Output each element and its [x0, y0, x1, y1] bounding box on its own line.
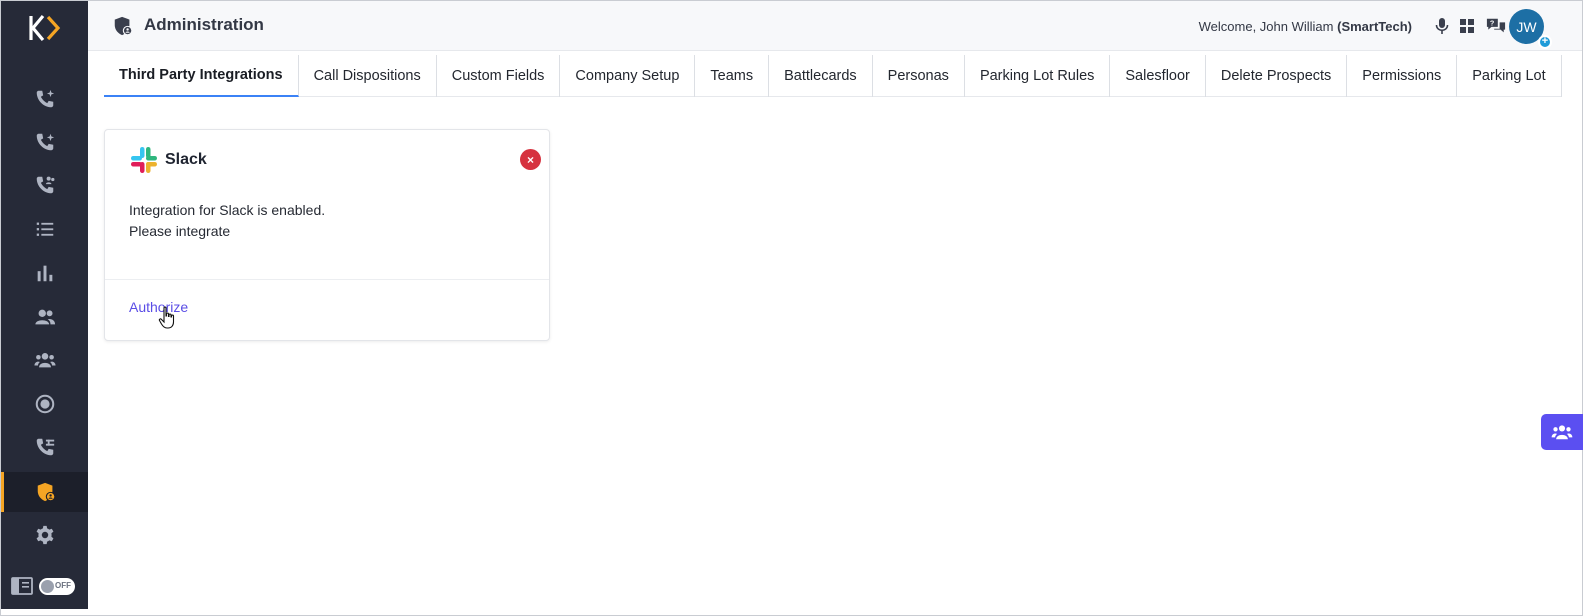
toggle-knob: [41, 579, 54, 593]
apps-grid-icon: [1460, 19, 1474, 33]
tab-parking-lot-rules[interactable]: Parking Lot Rules: [965, 55, 1111, 97]
avatar-initials: JW: [1516, 18, 1537, 35]
sidebar-item-administration[interactable]: [1, 472, 88, 512]
team-chat-icon: [1551, 425, 1573, 440]
sidebar: OFF: [1, 1, 88, 609]
toggle-label: OFF: [55, 580, 71, 590]
sidebar-item-settings[interactable]: [1, 515, 88, 555]
hand-cursor-icon: [158, 306, 175, 329]
tab-personas[interactable]: Personas: [873, 55, 965, 97]
call-routing-icon: [36, 438, 54, 456]
admin-tabs: Third Party Integrations Call Dispositio…: [104, 55, 1562, 97]
kixie-logo-icon[interactable]: [28, 13, 64, 43]
panel-layout-icon[interactable]: [11, 577, 33, 595]
sidebar-item-lists[interactable]: [1, 209, 88, 249]
contacts-icon: [34, 309, 55, 325]
apps-grid-button[interactable]: [1457, 16, 1477, 36]
disable-integration-button[interactable]: ×: [520, 149, 541, 170]
integration-title: Slack: [165, 151, 207, 168]
sidebar-item-teams[interactable]: [1, 340, 88, 380]
admin-shield-icon: [37, 482, 56, 502]
help-chat-button[interactable]: ?: [1486, 16, 1506, 36]
sidebar-item-call-routing[interactable]: [1, 427, 88, 467]
tab-third-party-integrations[interactable]: Third Party Integrations: [104, 55, 299, 97]
company-name: (SmartTech): [1337, 19, 1412, 34]
ai-dialer-icon: [36, 133, 54, 151]
sidebar-item-ai-dialer[interactable]: [1, 122, 88, 162]
lists-icon: [36, 222, 53, 236]
sidebar-item-team-calls[interactable]: [1, 165, 88, 205]
welcome-user: Welcome, John William: [1198, 19, 1334, 34]
top-header: Administration Welcome, John William (Sm…: [88, 1, 1582, 51]
sidebar-item-reports[interactable]: [1, 253, 88, 293]
sidebar-toggle[interactable]: OFF: [39, 577, 75, 595]
sidebar-item-record[interactable]: [1, 384, 88, 424]
tab-battlecards[interactable]: Battlecards: [769, 55, 873, 97]
svg-text:?: ?: [1490, 19, 1495, 28]
team-chat-floating-button[interactable]: [1541, 414, 1583, 450]
team-calls-icon: [36, 176, 54, 194]
tab-teams[interactable]: Teams: [695, 55, 770, 97]
welcome-text: Welcome, John William (SmartTech): [1199, 19, 1412, 34]
status-line-2: Please integrate: [129, 223, 231, 239]
record-icon: [35, 394, 54, 414]
tab-parking-lot[interactable]: Parking Lot: [1457, 55, 1562, 97]
tab-company-setup[interactable]: Company Setup: [560, 55, 696, 97]
tab-permissions[interactable]: Permissions: [1347, 55, 1458, 97]
help-chat-icon: ?: [1486, 19, 1506, 33]
card-divider: [105, 279, 549, 280]
sidebar-item-contacts[interactable]: [1, 297, 88, 337]
reports-icon: [37, 265, 52, 282]
microphone-button[interactable]: [1432, 16, 1452, 36]
page-title: Administration: [144, 15, 264, 34]
admin-shield-icon: [114, 16, 133, 36]
powerdialer-icon: [36, 89, 54, 108]
sidebar-item-powerdialer[interactable]: [1, 79, 88, 119]
avatar-status-badge: +: [1538, 35, 1552, 49]
teams-icon: [33, 353, 56, 368]
sidebar-footer: OFF: [11, 577, 75, 595]
tab-delete-prospects[interactable]: Delete Prospects: [1206, 55, 1348, 97]
tab-salesfloor[interactable]: Salesfloor: [1110, 55, 1206, 97]
tab-call-dispositions[interactable]: Call Dispositions: [299, 55, 437, 97]
settings-gear-icon: [36, 525, 53, 545]
microphone-icon: [1435, 18, 1449, 34]
status-line-1: Integration for Slack is enabled.: [129, 202, 326, 218]
integration-status-text: Integration for Slack is enabled. Please…: [129, 200, 325, 242]
tab-custom-fields[interactable]: Custom Fields: [437, 55, 561, 97]
slack-logo-icon: [131, 147, 157, 173]
